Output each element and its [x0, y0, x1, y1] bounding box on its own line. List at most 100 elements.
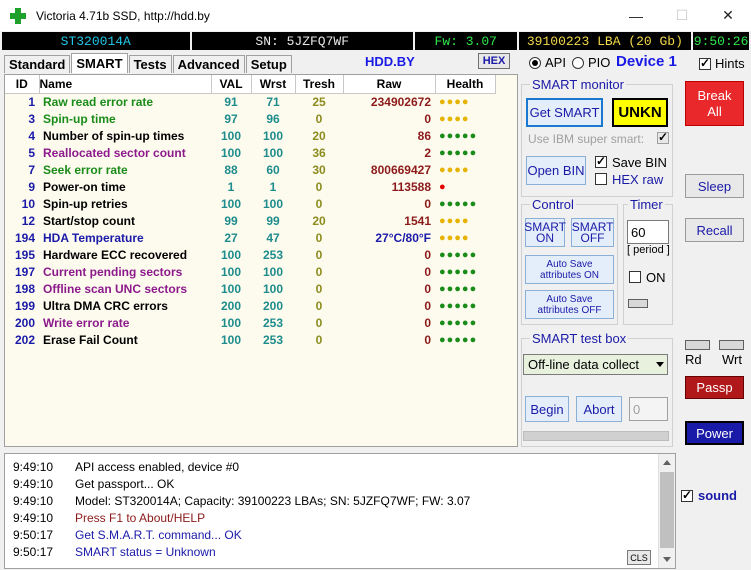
smart-on-button[interactable]: SMART ON: [524, 218, 566, 247]
attr-name: Spin-up time: [43, 111, 116, 126]
timer-period-label: [ period ]: [627, 244, 670, 256]
hddby-link[interactable]: HDD.BY: [365, 54, 415, 69]
sound-checkbox-box[interactable]: [681, 488, 693, 502]
log-line: 9:50:17 SMART status = Unknown: [13, 545, 216, 559]
attr-raw: 27°C/80°F: [375, 230, 431, 245]
header-raw[interactable]: Raw: [343, 75, 436, 94]
recall-button[interactable]: Recall: [685, 218, 744, 242]
log-time: 9:49:10: [13, 511, 54, 525]
attr-val: 100: [220, 264, 242, 279]
attr-val: 27: [224, 230, 238, 245]
smart-test-box-title: SMART test box: [530, 331, 629, 346]
attr-raw: 0: [424, 281, 431, 296]
attr-wrst: 96: [266, 111, 280, 126]
table-row[interactable]: 194 HDA Temperature 27 47 0 27°C/80°F ●●●●: [5, 229, 495, 246]
attr-val: 100: [220, 196, 242, 211]
attr-health: ●●●●●: [439, 146, 478, 159]
get-smart-button[interactable]: Get SMART: [526, 98, 603, 127]
attr-tresh: 30: [312, 162, 326, 177]
hex-button[interactable]: HEX: [478, 53, 510, 69]
break-all-button[interactable]: Break All: [685, 81, 744, 126]
pio-radio-indicator[interactable]: [572, 56, 584, 69]
attr-tresh: 0: [315, 196, 323, 211]
header-tresh[interactable]: Tresh: [295, 75, 344, 94]
header-val[interactable]: VAL: [211, 75, 252, 94]
table-row[interactable]: 3 Spin-up time 97 96 0 0 ●●●●: [5, 110, 495, 127]
minimize-button[interactable]: —: [613, 0, 659, 31]
ibm-super-smart-checkbox: [657, 130, 669, 144]
open-bin-button[interactable]: Open BIN: [526, 156, 586, 185]
hex-raw-checkbox[interactable]: [595, 173, 607, 185]
test-type-select[interactable]: Off-line data collect: [523, 354, 668, 375]
begin-button[interactable]: Begin: [525, 396, 569, 422]
table-row[interactable]: 1 Raw read error rate 91 71 25 234902672 ●●●●: [5, 93, 495, 110]
attr-val: 97: [224, 111, 238, 126]
close-button[interactable]: ✕: [705, 0, 751, 31]
log-scrollbar[interactable]: [658, 454, 675, 568]
autosave-on-button[interactable]: Auto Save attributes ON: [525, 255, 614, 284]
attr-raw: 2: [424, 145, 431, 160]
table-row[interactable]: 5 Reallocated sector count 100 100 36 2 ●●●●●: [5, 144, 495, 161]
drive-firmware: Fw: 3.07: [414, 32, 517, 50]
control-title: Control: [530, 197, 576, 212]
attr-raw: 0: [424, 332, 431, 347]
smart-table-body: 1 Raw read error rate 91 71 25 234902672 ●●●● 3…: [5, 93, 495, 348]
hints-checkbox[interactable]: Hints: [699, 56, 745, 71]
header-health[interactable]: Health: [435, 75, 496, 94]
attr-val: 100: [220, 247, 242, 262]
table-row[interactable]: 200 Write error rate 100 253 0 0 ●●●●●: [5, 314, 495, 331]
header-name[interactable]: Name: [39, 75, 212, 94]
abort-button[interactable]: Abort: [576, 396, 622, 422]
attr-tresh: 20: [312, 128, 326, 143]
timer-indicator: [628, 299, 648, 308]
clear-log-button[interactable]: CLS: [627, 550, 651, 565]
table-row[interactable]: 199 Ultra DMA CRC errors 200 200 0 0 ●●●●●: [5, 297, 495, 314]
attr-name: Spin-up retries: [43, 196, 128, 211]
attr-raw: 86: [417, 128, 431, 143]
sound-checkbox[interactable]: sound: [681, 488, 737, 503]
sleep-button[interactable]: Sleep: [685, 174, 744, 198]
attr-name: Start/stop count: [43, 213, 135, 228]
timer-on-checkbox[interactable]: [629, 271, 641, 283]
table-row[interactable]: 10 Spin-up retries 100 100 0 0 ●●●●●: [5, 195, 495, 212]
tab-advanced[interactable]: Advanced: [172, 55, 245, 73]
ibm-super-smart-label: Use IBM super smart:: [528, 132, 645, 146]
scroll-thumb[interactable]: [660, 472, 674, 548]
attr-val: 88: [224, 162, 238, 177]
header-wrst[interactable]: Wrst: [251, 75, 296, 94]
table-row[interactable]: 12 Start/stop count 99 99 20 1541 ●●●●: [5, 212, 495, 229]
api-radio[interactable]: API: [529, 55, 566, 70]
attr-wrst: 253: [262, 247, 284, 262]
header-id[interactable]: ID: [5, 75, 40, 94]
table-row[interactable]: 9 Power-on time 1 1 0 113588 ●: [5, 178, 495, 195]
tab-smart[interactable]: SMART: [71, 53, 128, 73]
smart-off-button[interactable]: SMART OFF: [571, 218, 614, 247]
table-row[interactable]: 195 Hardware ECC recovered 100 253 0 0 ●●●●●: [5, 246, 495, 263]
table-row[interactable]: 198 Offline scan UNC sectors 100 100 0 0 ●●●●●: [5, 280, 495, 297]
api-radio-indicator[interactable]: [529, 56, 541, 69]
table-row[interactable]: 4 Number of spin-up times 100 100 20 86 ●●●●●: [5, 127, 495, 144]
attr-val: 200: [220, 298, 242, 313]
tab-setup[interactable]: Setup: [245, 55, 292, 73]
smart-table: ID Name VAL Wrst Tresh Raw Health 1 Raw r…: [5, 75, 496, 348]
tab-standard[interactable]: Standard: [4, 55, 71, 73]
passport-button[interactable]: Passp: [685, 376, 744, 399]
log-message: Get passport... OK: [75, 477, 175, 491]
attr-health: ●●●●●: [439, 282, 478, 295]
attr-name: Power-on time: [43, 179, 126, 194]
scroll-down-icon[interactable]: [663, 557, 671, 562]
attr-id: 10: [21, 196, 35, 211]
autosave-off-button[interactable]: Auto Save attributes OFF: [525, 290, 614, 319]
hints-checkbox-box[interactable]: [699, 56, 711, 70]
tab-tests[interactable]: Tests: [128, 55, 172, 73]
timer-period-input[interactable]: 60: [627, 220, 669, 244]
save-bin-checkbox[interactable]: [595, 154, 607, 168]
attr-tresh: 0: [315, 179, 323, 194]
attr-raw: 0: [424, 111, 431, 126]
power-button[interactable]: Power: [685, 421, 744, 445]
table-row[interactable]: 7 Seek error rate 88 60 30 800669427 ●●●●: [5, 161, 495, 178]
table-row[interactable]: 197 Current pending sectors 100 100 0 0 ●●●●●: [5, 263, 495, 280]
scroll-up-icon[interactable]: [663, 460, 671, 465]
pio-radio[interactable]: PIO: [572, 55, 610, 70]
table-row[interactable]: 202 Erase Fail Count 100 253 0 0 ●●●●●: [5, 331, 495, 348]
